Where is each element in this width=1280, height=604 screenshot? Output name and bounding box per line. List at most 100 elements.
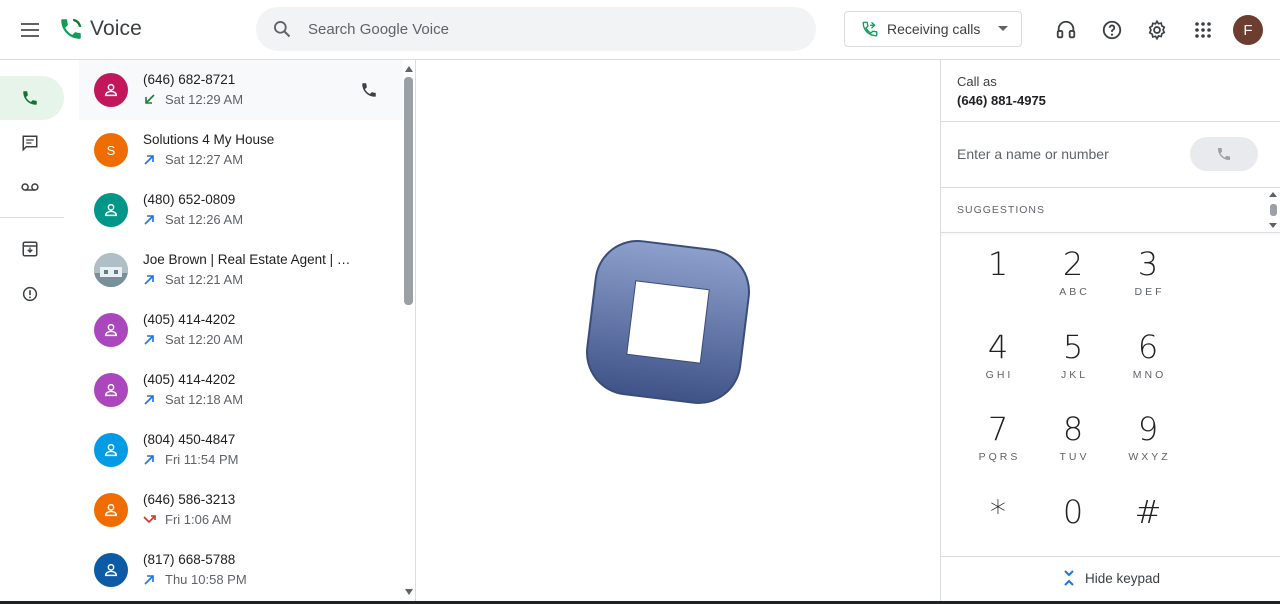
dialpad-letters: PQRS <box>978 451 1021 463</box>
call-time: Sat 12:27 AM <box>165 151 244 167</box>
dialpad-letters: DEF <box>1134 286 1165 298</box>
call-time: Sat 12:18 AM <box>165 391 244 407</box>
call-list-item[interactable]: S Solutions 4 My House Sat 12:27 AM <box>79 120 403 180</box>
dialpad-key[interactable]: 1 <box>960 246 1036 326</box>
outgoing-call-indicator <box>143 391 159 407</box>
scroll-up-arrow-icon[interactable] <box>405 66 413 72</box>
call-list-item[interactable]: (480) 652-0809 Sat 12:26 AM <box>79 180 403 240</box>
dialer-panel: Call as (646) 881-4975 SUGGESTIONS 1 2 ABC… <box>940 60 1280 604</box>
settings-button[interactable] <box>1141 14 1173 46</box>
dialpad-digit: * <box>990 493 1006 531</box>
dialpad-letters: WXYZ <box>1128 451 1171 463</box>
contact-avatar <box>94 493 128 527</box>
call-as-number[interactable]: (646) 881-4975 <box>957 93 1046 108</box>
nav-divider <box>0 217 64 218</box>
account-avatar[interactable]: F <box>1233 15 1263 45</box>
dialpad-key[interactable]: 9 WXYZ <box>1110 411 1186 491</box>
apps-grid-icon <box>1195 22 1211 38</box>
search-icon[interactable] <box>272 18 294 40</box>
scroll-down-arrow-icon[interactable] <box>405 589 413 595</box>
call-list-item[interactable]: (646) 682-8721 Sat 12:29 AM <box>79 60 403 120</box>
contact-avatar <box>94 73 128 107</box>
main-menu-button[interactable] <box>14 14 46 46</box>
hide-keypad-button[interactable]: Hide keypad <box>1063 570 1160 586</box>
call-list-item[interactable]: (405) 414-4202 Sat 12:20 AM <box>79 300 403 360</box>
incoming-call-indicator <box>143 91 159 107</box>
nav-archive[interactable] <box>0 227 64 271</box>
contact-name: (405) 414-4202 <box>143 312 236 327</box>
dialpad-key[interactable]: 3 DEF <box>1110 246 1186 326</box>
dialpad-digit: 6 <box>1137 328 1159 366</box>
dialpad-key[interactable]: 5 JKL <box>1035 329 1111 409</box>
dialpad-digit: 1 <box>987 245 1009 283</box>
phone-forwarded-icon <box>862 21 878 37</box>
dialpad-key[interactable]: 2 ABC <box>1035 246 1111 326</box>
outgoing-call-indicator <box>143 211 159 227</box>
nav-calls[interactable] <box>0 76 64 120</box>
call-list-item[interactable]: (817) 668-5788 Thu 10:58 PM <box>79 540 403 600</box>
nav-messages[interactable] <box>0 121 64 165</box>
headset-icon <box>1056 20 1076 39</box>
call-list-item[interactable]: (646) 586-3213 Fri 1:06 AM <box>79 480 403 540</box>
dialpad-key[interactable]: 6 MNO <box>1110 329 1186 409</box>
call-time: Fri 1:06 AM <box>165 511 232 527</box>
spam-icon <box>22 286 38 302</box>
dialpad-digit: 7 <box>987 410 1009 448</box>
suggestions-scrollbar[interactable] <box>1268 190 1278 230</box>
nav-voicemail[interactable] <box>0 165 64 209</box>
apps-button[interactable] <box>1187 14 1219 46</box>
dialpad-key[interactable]: 0 <box>1035 494 1111 574</box>
call-list-scroll-thumb[interactable] <box>404 77 413 305</box>
call-list-item[interactable]: (405) 414-4202 Sat 12:18 AM <box>79 360 403 420</box>
dialpad-key[interactable]: 7 PQRS <box>960 411 1036 491</box>
call-detail: Fri 11:54 PM <box>143 451 238 467</box>
dial-call-button[interactable] <box>1190 137 1258 171</box>
outgoing-call-icon <box>144 334 154 345</box>
contact-name: Solutions 4 My House <box>143 132 275 147</box>
help-button[interactable] <box>1096 14 1128 46</box>
dialpad-key[interactable]: 8 TUV <box>1035 411 1111 491</box>
contact-avatar <box>94 373 128 407</box>
call-back-button[interactable] <box>357 78 381 102</box>
dial-number-input[interactable] <box>957 146 1177 162</box>
dialpad-digit: 9 <box>1137 410 1159 448</box>
stop-icon[interactable] <box>583 237 753 407</box>
divider <box>941 121 1280 122</box>
gear-icon <box>1148 19 1166 41</box>
divider <box>941 187 1280 188</box>
call-list-item[interactable]: (804) 450-4847 Fri 11:54 PM <box>79 420 403 480</box>
contact-name: Joe Brown | Real Estate Agent | … <box>143 252 351 267</box>
call-as-label: Call as <box>957 74 997 89</box>
outgoing-call-indicator <box>143 151 159 167</box>
collapse-icon <box>1064 570 1074 586</box>
outgoing-call-indicator <box>143 331 159 347</box>
call-time: Sat 12:26 AM <box>165 211 244 227</box>
missed-call-icon <box>143 514 156 523</box>
hamburger-icon <box>21 23 39 37</box>
call-detail: Thu 10:58 PM <box>143 571 247 587</box>
dialpad-key[interactable]: # <box>1110 494 1186 574</box>
support-button[interactable] <box>1050 14 1082 46</box>
contact-avatar <box>94 313 128 347</box>
dialpad-key[interactable]: * <box>960 494 1036 574</box>
call-time: Sat 12:29 AM <box>165 91 244 107</box>
call-list-item[interactable]: Joe Brown | Real Estate Agent | … Sat 12:… <box>79 240 403 300</box>
voice-logo[interactable]: Voice <box>58 16 142 42</box>
archive-icon <box>22 241 38 257</box>
dialpad-key[interactable]: 4 GHI <box>960 329 1036 409</box>
incoming-call-icon <box>145 93 155 104</box>
contact-avatar <box>94 433 128 467</box>
receiving-calls-dropdown[interactable]: Receiving calls <box>844 11 1022 47</box>
nav-spam[interactable] <box>0 272 64 316</box>
outgoing-call-indicator <box>143 571 159 587</box>
dialpad-digit: 3 <box>1137 245 1159 283</box>
dialpad-digit: 4 <box>987 328 1009 366</box>
call-detail: Fri 1:06 AM <box>143 511 231 527</box>
dialpad-digit: 0 <box>1062 493 1084 531</box>
outgoing-call-icon <box>144 454 154 465</box>
divider <box>941 232 1280 233</box>
contact-name: (817) 668-5788 <box>143 552 236 567</box>
dialpad-digit: 5 <box>1062 328 1084 366</box>
suggestions-header: SUGGESTIONS <box>957 204 1046 216</box>
search-input[interactable] <box>308 20 788 38</box>
